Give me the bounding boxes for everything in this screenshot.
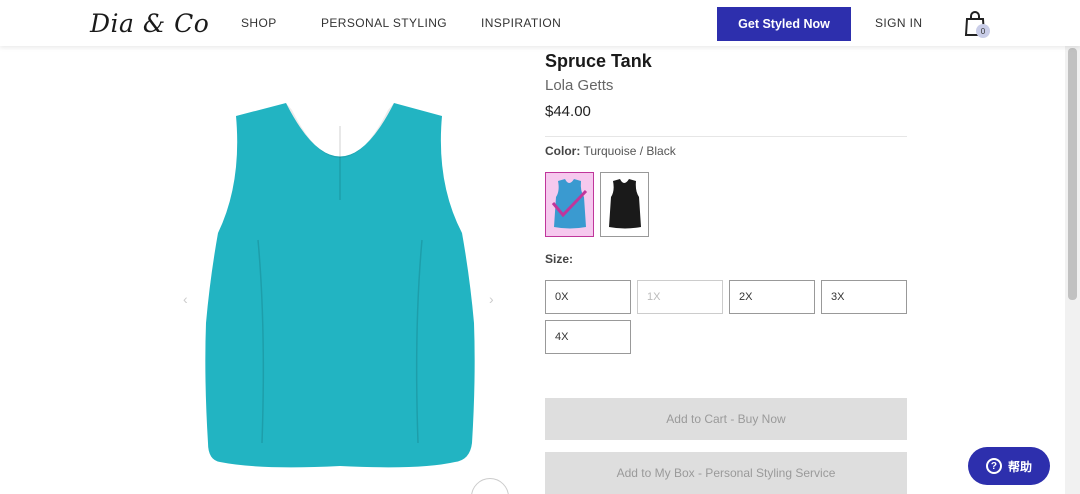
add-to-cart-button[interactable]: Add to Cart - Buy Now — [545, 398, 907, 440]
zoom-button[interactable] — [471, 478, 509, 494]
nav-inspiration[interactable]: INSPIRATION — [481, 16, 561, 30]
size-3x-button[interactable]: 3X — [821, 280, 907, 314]
product-brand[interactable]: Lola Getts — [545, 77, 613, 94]
size-0x-button[interactable]: 0X — [545, 280, 631, 314]
scrollbar[interactable] — [1065, 0, 1080, 494]
prev-image-arrow-icon[interactable]: ‹ — [183, 291, 188, 307]
turquoise-tank-thumbnail-icon — [551, 179, 588, 229]
sign-in-link[interactable]: SIGN IN — [875, 16, 922, 30]
site-logo[interactable]: Dia & Co — [90, 9, 209, 38]
site-header: Dia & Co SHOP PERSONAL STYLING INSPIRATI… — [0, 0, 1080, 46]
black-tank-thumbnail-icon — [609, 179, 641, 229]
nav-personal-styling[interactable]: PERSONAL STYLING — [321, 16, 447, 30]
help-label: 帮助 — [1007, 459, 1032, 474]
scrollbar-thumb[interactable] — [1068, 48, 1077, 300]
size-1x-button[interactable]: 1X — [637, 280, 723, 314]
size-2x-button[interactable]: 2X — [729, 280, 815, 314]
swatch-black[interactable] — [600, 172, 649, 237]
product-price: $44.00 — [545, 103, 591, 120]
color-value: Turquoise / Black — [583, 144, 676, 158]
product-image — [205, 103, 475, 468]
color-label: Color: — [545, 144, 581, 158]
divider — [545, 136, 907, 137]
product-title: Spruce Tank — [545, 51, 652, 71]
next-image-arrow-icon[interactable]: › — [489, 291, 494, 307]
swatch-turquoise[interactable] — [545, 172, 594, 237]
help-button[interactable]: ? 帮助 — [968, 447, 1050, 485]
add-to-box-button[interactable]: Add to My Box - Personal Styling Service — [545, 452, 907, 494]
color-line: Color: Turquoise / Black — [545, 144, 676, 158]
size-label: Size: — [545, 252, 574, 266]
size-4x-button[interactable]: 4X — [545, 320, 631, 354]
nav-shop[interactable]: SHOP — [241, 16, 277, 30]
cart-count-badge: 0 — [976, 24, 990, 38]
get-styled-now-button[interactable]: Get Styled Now — [717, 7, 851, 41]
question-circle-icon: ? — [985, 458, 1002, 474]
